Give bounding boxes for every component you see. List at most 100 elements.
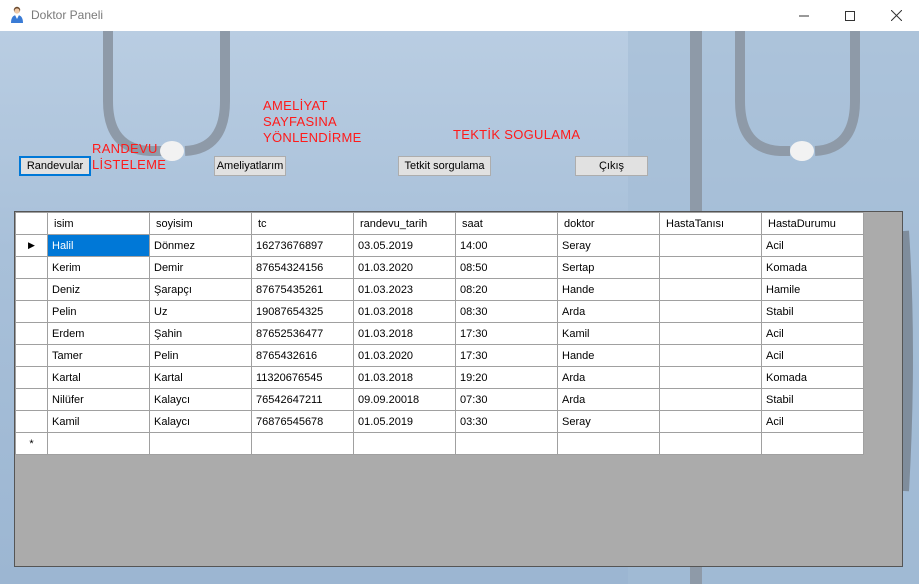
column-header-soyisim[interactable]: soyisim bbox=[149, 212, 252, 235]
new-row-indicator[interactable]: * bbox=[15, 432, 48, 455]
column-header-isim[interactable]: isim bbox=[47, 212, 150, 235]
row-header[interactable] bbox=[15, 322, 48, 345]
table-cell[interactable]: 17:30 bbox=[455, 322, 558, 345]
table-cell[interactable]: Acil bbox=[761, 322, 864, 345]
table-cell[interactable] bbox=[659, 234, 762, 257]
patient-table[interactable]: isim soyisim tc randevu_tarih saat doktor Hast… bbox=[15, 212, 864, 455]
column-header-randevu_tarih[interactable]: randevu_tarih bbox=[353, 212, 456, 235]
table-cell[interactable]: 01.03.2023 bbox=[353, 278, 456, 301]
table-row[interactable]: Nilüfer Kalaycı 76542647211 09.09.20018 07:3… bbox=[15, 388, 864, 411]
table-cell[interactable]: Kamil bbox=[47, 410, 150, 433]
row-header[interactable] bbox=[15, 256, 48, 279]
randevular-button[interactable]: Randevular bbox=[19, 156, 91, 176]
table-cell[interactable]: 01.03.2018 bbox=[353, 366, 456, 389]
table-cell[interactable] bbox=[659, 388, 762, 411]
close-button[interactable] bbox=[873, 0, 919, 31]
new-row[interactable]: * bbox=[15, 432, 864, 455]
table-cell[interactable]: Hande bbox=[557, 344, 660, 367]
table-cell[interactable]: 07:30 bbox=[455, 388, 558, 411]
table-row[interactable]: Deniz Şarapçı 87675435261 01.03.2023 08:20 Ha… bbox=[15, 278, 864, 301]
table-cell[interactable]: 11320676545 bbox=[251, 366, 354, 389]
table-cell[interactable] bbox=[557, 432, 660, 455]
table-cell[interactable]: Halil bbox=[47, 234, 150, 257]
table-cell[interactable]: 19087654325 bbox=[251, 300, 354, 323]
table-row[interactable]: Kartal Kartal 11320676545 01.03.2018 19:20 Ar… bbox=[15, 366, 864, 389]
table-cell[interactable]: 01.03.2018 bbox=[353, 322, 456, 345]
table-cell[interactable]: Acil bbox=[761, 410, 864, 433]
table-row[interactable]: Kamil Kalaycı 76876545678 01.05.2019 03:30 Se… bbox=[15, 410, 864, 433]
table-cell[interactable] bbox=[47, 432, 150, 455]
table-cell[interactable]: Pelin bbox=[149, 344, 252, 367]
row-header[interactable] bbox=[15, 366, 48, 389]
row-header[interactable] bbox=[15, 344, 48, 367]
table-cell[interactable]: 08:20 bbox=[455, 278, 558, 301]
table-cell[interactable]: Şahin bbox=[149, 322, 252, 345]
row-header-corner[interactable] bbox=[15, 212, 48, 235]
table-cell[interactable]: 01.03.2020 bbox=[353, 344, 456, 367]
row-header[interactable] bbox=[15, 300, 48, 323]
table-cell[interactable]: Şarapçı bbox=[149, 278, 252, 301]
table-cell[interactable]: Kamil bbox=[557, 322, 660, 345]
table-cell[interactable] bbox=[659, 278, 762, 301]
table-cell[interactable]: Tamer bbox=[47, 344, 150, 367]
table-cell[interactable]: Arda bbox=[557, 366, 660, 389]
table-cell[interactable] bbox=[353, 432, 456, 455]
table-cell[interactable]: 16273676897 bbox=[251, 234, 354, 257]
table-cell[interactable]: 14:00 bbox=[455, 234, 558, 257]
table-cell[interactable]: Kartal bbox=[47, 366, 150, 389]
table-cell[interactable]: Kerim bbox=[47, 256, 150, 279]
column-header-tc[interactable]: tc bbox=[251, 212, 354, 235]
table-cell[interactable]: 19:20 bbox=[455, 366, 558, 389]
row-header[interactable] bbox=[15, 278, 48, 301]
table-cell[interactable]: Uz bbox=[149, 300, 252, 323]
column-header-doktor[interactable]: doktor bbox=[557, 212, 660, 235]
maximize-button[interactable] bbox=[827, 0, 873, 31]
table-cell[interactable]: 08:50 bbox=[455, 256, 558, 279]
column-header-hastadurumu[interactable]: HastaDurumu bbox=[761, 212, 864, 235]
table-cell[interactable]: 76876545678 bbox=[251, 410, 354, 433]
table-cell[interactable]: 01.03.2018 bbox=[353, 300, 456, 323]
cikis-button[interactable]: Çıkış bbox=[575, 156, 648, 176]
table-cell[interactable]: Demir bbox=[149, 256, 252, 279]
table-cell[interactable]: Seray bbox=[557, 410, 660, 433]
table-cell[interactable]: 08:30 bbox=[455, 300, 558, 323]
table-cell[interactable]: Kartal bbox=[149, 366, 252, 389]
column-header-hastatanısı[interactable]: HastaTanısı bbox=[659, 212, 762, 235]
table-cell[interactable]: Acil bbox=[761, 344, 864, 367]
table-cell[interactable]: Komada bbox=[761, 256, 864, 279]
table-cell[interactable] bbox=[659, 256, 762, 279]
table-cell[interactable] bbox=[659, 344, 762, 367]
table-cell[interactable]: 87652536477 bbox=[251, 322, 354, 345]
table-row[interactable]: Erdem Şahin 87652536477 01.03.2018 17:30 Kami… bbox=[15, 322, 864, 345]
table-cell[interactable] bbox=[659, 432, 762, 455]
table-cell[interactable]: 17:30 bbox=[455, 344, 558, 367]
table-cell[interactable]: 01.03.2020 bbox=[353, 256, 456, 279]
table-cell[interactable]: 03.05.2019 bbox=[353, 234, 456, 257]
table-cell[interactable]: Pelin bbox=[47, 300, 150, 323]
ameliyatlar-button[interactable]: Ameliyatlarım bbox=[214, 156, 286, 176]
table-cell[interactable] bbox=[761, 432, 864, 455]
table-cell[interactable] bbox=[659, 322, 762, 345]
table-cell[interactable] bbox=[149, 432, 252, 455]
table-cell[interactable]: Deniz bbox=[47, 278, 150, 301]
table-cell[interactable]: Sertap bbox=[557, 256, 660, 279]
table-row[interactable]: ▶ Halil Dönmez 16273676897 03.05.2019 14:00 Se… bbox=[15, 234, 864, 257]
minimize-button[interactable] bbox=[781, 0, 827, 31]
table-cell[interactable]: Komada bbox=[761, 366, 864, 389]
table-cell[interactable]: Seray bbox=[557, 234, 660, 257]
current-row-indicator[interactable]: ▶ bbox=[15, 234, 48, 257]
table-cell[interactable]: 09.09.20018 bbox=[353, 388, 456, 411]
table-row[interactable]: Pelin Uz 19087654325 01.03.2018 08:30 Arda Sta… bbox=[15, 300, 864, 323]
table-cell[interactable] bbox=[659, 410, 762, 433]
table-cell[interactable] bbox=[659, 366, 762, 389]
table-cell[interactable]: Stabil bbox=[761, 300, 864, 323]
table-row[interactable]: Kerim Demir 87654324156 01.03.2020 08:50 Sert… bbox=[15, 256, 864, 279]
row-header[interactable] bbox=[15, 410, 48, 433]
table-cell[interactable] bbox=[251, 432, 354, 455]
table-cell[interactable]: Nilüfer bbox=[47, 388, 150, 411]
table-cell[interactable]: Acil bbox=[761, 234, 864, 257]
table-cell[interactable]: Erdem bbox=[47, 322, 150, 345]
table-cell[interactable]: Kalaycı bbox=[149, 410, 252, 433]
table-cell[interactable]: Arda bbox=[557, 388, 660, 411]
table-cell[interactable]: Arda bbox=[557, 300, 660, 323]
